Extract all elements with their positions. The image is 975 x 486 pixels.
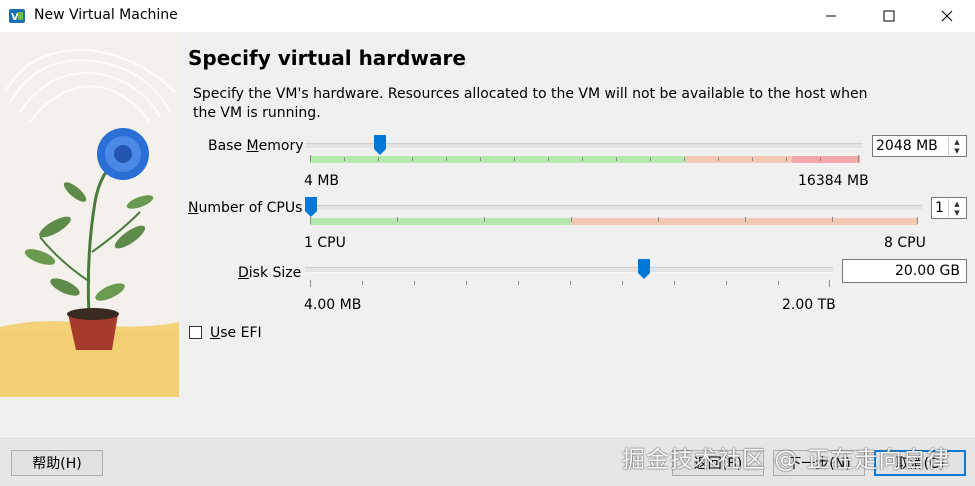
memory-zone-danger	[792, 156, 860, 163]
base-memory-label: Base Memory	[208, 138, 304, 154]
base-memory-max-label: 16384 MB	[798, 173, 869, 189]
minimize-button[interactable]	[808, 0, 854, 32]
watermark-text: 掘金技术社区 @ 正在走向自律	[622, 447, 951, 473]
disk-size-min-label: 4.00 MB	[304, 297, 362, 313]
cpus-slider[interactable]	[305, 205, 922, 211]
help-button[interactable]: 帮助(H)	[11, 450, 103, 476]
cpus-spinbox[interactable]: 1 ▲ ▼	[931, 197, 967, 219]
close-icon	[941, 10, 953, 22]
cpus-max-label: 8 CPU	[884, 235, 926, 251]
disk-size-slider[interactable]	[305, 267, 833, 273]
disk-size-label: Disk Size	[238, 265, 302, 281]
disk-size-input[interactable]: 20.00 GB	[842, 259, 967, 283]
use-efi-checkbox[interactable]	[189, 326, 202, 339]
page-description: Specify the VM's hardware. Resources all…	[193, 86, 868, 121]
close-button[interactable]	[924, 0, 970, 32]
base-memory-zones	[310, 156, 860, 163]
base-memory-slider-thumb[interactable]	[374, 135, 386, 155]
spin-down-icon[interactable]: ▼	[949, 146, 965, 155]
page-heading: Specify virtual hardware	[188, 46, 466, 70]
spin-up-icon[interactable]: ▲	[949, 199, 965, 208]
memory-zone-safe	[310, 156, 686, 163]
cpus-value: 1	[935, 200, 944, 216]
svg-text:V: V	[11, 12, 19, 23]
base-memory-value: 2048 MB	[876, 138, 938, 154]
base-memory-min-label: 4 MB	[304, 173, 340, 189]
spin-up-icon[interactable]: ▲	[949, 137, 965, 146]
spin-down-icon[interactable]: ▼	[949, 208, 965, 217]
disk-size-max-label: 2.00 TB	[782, 297, 836, 313]
wizard-illustration	[0, 32, 179, 397]
maximize-icon	[883, 10, 895, 22]
cpus-zones	[310, 218, 918, 225]
memory-zone-warning	[686, 156, 792, 163]
cpus-min-label: 1 CPU	[304, 235, 346, 251]
base-memory-spinbox[interactable]: 2048 MB ▲ ▼	[872, 135, 967, 157]
flower-pot-illustration	[0, 32, 179, 397]
base-memory-slider[interactable]	[305, 143, 863, 149]
cpus-slider-thumb[interactable]	[305, 197, 317, 217]
cpu-zone-safe	[310, 218, 571, 225]
title-bar: V New Virtual Machine	[0, 0, 975, 32]
virtualbox-app-icon: V	[9, 9, 25, 23]
disk-size-slider-thumb[interactable]	[638, 259, 650, 279]
maximize-button[interactable]	[866, 0, 912, 32]
minimize-icon	[826, 15, 836, 17]
window-title: New Virtual Machine	[34, 7, 178, 23]
use-efi-label[interactable]: Use EFI	[210, 325, 262, 341]
cpus-label: Number of CPUs	[188, 200, 303, 216]
